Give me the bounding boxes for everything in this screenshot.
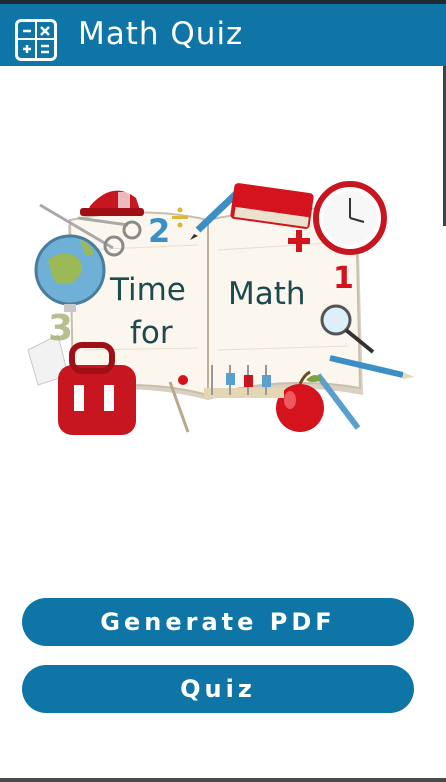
generate-pdf-button[interactable]: Generate PDF	[22, 598, 414, 646]
calculator-icon	[15, 19, 57, 61]
graduation-cap-icon	[80, 190, 144, 216]
app-bar: Math Quiz	[0, 4, 446, 66]
navigation-bar-edge	[0, 778, 446, 782]
screen: Math Quiz 2 3 1 Time for Math Generate P…	[0, 0, 446, 782]
quiz-button[interactable]: Quiz	[22, 665, 414, 713]
app-title: Math Quiz	[78, 16, 244, 52]
illustration-text-time: Time	[109, 272, 186, 308]
number-three: 3	[48, 308, 73, 349]
time-for-math-illustration: 2 3 1 Time for Math	[27, 181, 414, 435]
number-two: 2	[148, 212, 170, 250]
number-one: 1	[333, 261, 354, 296]
illustration-text-for: for	[130, 315, 173, 351]
illustration-text-math: Math	[228, 276, 306, 312]
clock-icon	[313, 181, 387, 255]
